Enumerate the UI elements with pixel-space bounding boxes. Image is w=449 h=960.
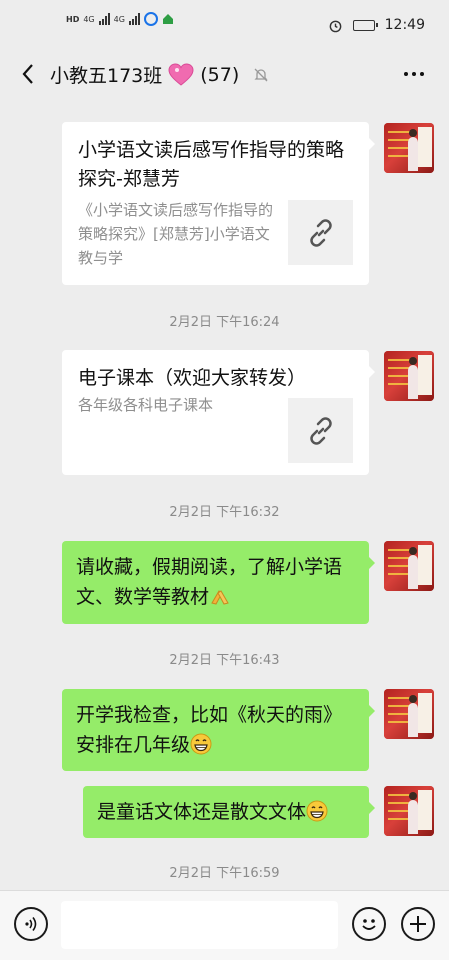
emoji-button[interactable]: [352, 907, 386, 941]
link-card[interactable]: 小学语文读后感写作指导的策略探究-郑慧芳 《小学语文读后感写作指导的策略探究》[…: [62, 122, 375, 285]
link-icon: [309, 416, 332, 445]
more-options-button[interactable]: [399, 60, 429, 88]
text-message-bubble[interactable]: 请收藏，假期阅读，了解小学语文、数学等教材: [62, 541, 375, 624]
sender-avatar[interactable]: [384, 351, 434, 401]
sender-avatar[interactable]: [384, 689, 434, 739]
group-name: 小教五173班: [50, 65, 163, 87]
more-functions-button[interactable]: [401, 907, 435, 941]
status-time: 12:49: [384, 17, 425, 33]
chevron-left-icon: [22, 64, 33, 84]
link-card-description: 各年级各科电子课本: [78, 396, 214, 414]
status-right: 12:49: [328, 17, 425, 33]
timestamp: 2月2日 下午16:24: [169, 315, 280, 330]
plus-icon: [410, 916, 426, 932]
network-label-1: 4G: [83, 14, 95, 24]
link-card-title: 电子课本（欢迎大家转发）: [78, 367, 307, 389]
sparkling-heart-icon: [168, 62, 194, 86]
link-card-title: 小学语文读后感写作指导的策略探究-郑慧芳: [78, 139, 345, 190]
timestamp: 2月2日 下午16:32: [169, 505, 280, 520]
link-thumbnail: [288, 398, 353, 463]
member-count: (57): [200, 63, 240, 86]
chat-input-bar: [0, 890, 449, 960]
hd-label: HD: [66, 14, 80, 24]
link-thumbnail: [288, 200, 353, 265]
chat-title: 小教五173班 (57): [50, 61, 269, 88]
text-message-bubble[interactable]: 是童话文体还是散文文体: [83, 786, 375, 838]
status-indicators: HD 4G 4G: [66, 12, 174, 26]
sender-avatar[interactable]: [384, 123, 434, 173]
alarm-icon: [329, 20, 341, 32]
home-notification-icon: [162, 14, 173, 24]
link-card-description: 《小学语文读后感写作指导的策略探究》[郑慧芳]小学语文教与学: [78, 201, 274, 267]
grinning-face-emoji-icon: [190, 733, 212, 755]
back-button[interactable]: [14, 60, 42, 88]
voice-icon: [25, 917, 37, 931]
chat-header: 小教五173班 (57): [0, 50, 449, 98]
app-notification-icon: [143, 12, 158, 26]
message-text: 是童话文体还是散文文体: [97, 801, 307, 823]
sender-avatar[interactable]: [384, 786, 434, 836]
link-icon: [309, 218, 332, 247]
network-label-2: 4G: [113, 14, 125, 24]
status-bar: HD 4G 4G 12:49: [0, 0, 449, 50]
timestamp: 2月2日 下午16:59: [169, 866, 280, 881]
battery-icon: [352, 19, 378, 31]
signal-icon: [98, 13, 110, 25]
bowing-hands-emoji-icon: [211, 590, 229, 605]
sender-avatar[interactable]: [384, 541, 434, 591]
link-card[interactable]: 电子课本（欢迎大家转发） 各年级各科电子课本: [62, 350, 375, 475]
signal-icon-2: [128, 13, 140, 25]
timestamp: 2月2日 下午16:43: [169, 653, 280, 668]
text-message-bubble[interactable]: 开学我检查，比如《秋天的雨》安排在几年级: [62, 689, 375, 771]
emoji-icon: [362, 919, 376, 930]
voice-button[interactable]: [14, 907, 48, 941]
message-input[interactable]: [61, 901, 338, 949]
mute-icon: [254, 68, 268, 81]
grinning-face-emoji-icon: [306, 800, 328, 822]
